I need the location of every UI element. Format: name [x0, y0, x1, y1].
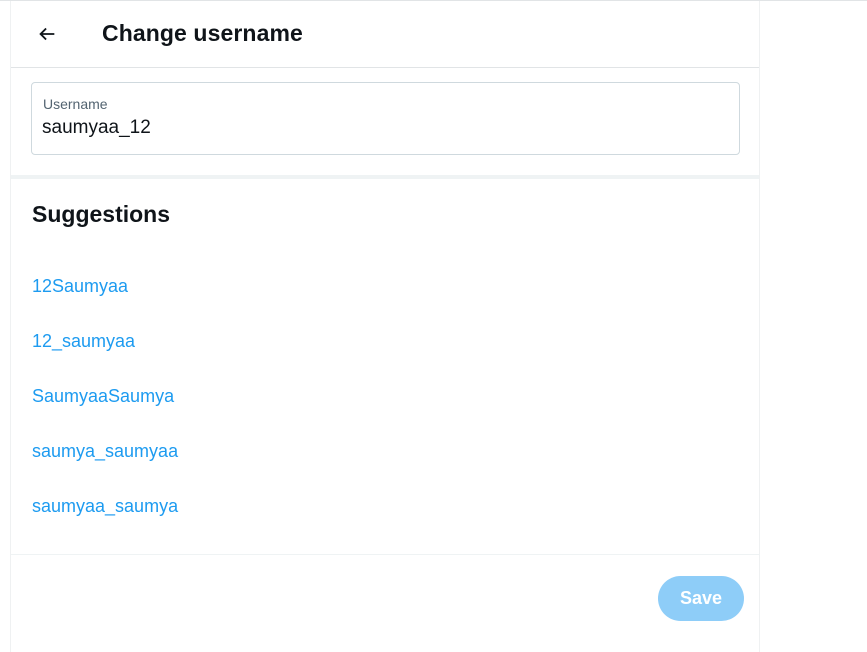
- username-label: Username: [43, 96, 108, 112]
- suggestion-item[interactable]: 12_saumyaa: [32, 330, 178, 385]
- suggestion-item[interactable]: saumyaa_saumya: [32, 495, 178, 550]
- back-button[interactable]: [29, 16, 65, 52]
- suggestion-item[interactable]: saumya_saumyaa: [32, 440, 178, 495]
- page-title: Change username: [102, 20, 303, 46]
- username-section: Username: [11, 67, 759, 179]
- save-button[interactable]: Save: [658, 576, 744, 621]
- username-field[interactable]: Username: [31, 82, 740, 155]
- page: Change username Username Suggestions 12S…: [0, 0, 867, 652]
- username-input[interactable]: [42, 117, 722, 139]
- arrow-left-icon: [39, 27, 55, 41]
- suggestion-item[interactable]: SaumyaaSaumya: [32, 385, 178, 440]
- suggestions-section: Suggestions 12Saumyaa 12_saumyaa Saumyaa…: [11, 179, 759, 555]
- suggestions-list: 12Saumyaa 12_saumyaa SaumyaaSaumya saumy…: [32, 275, 178, 550]
- footer: Save: [11, 555, 759, 652]
- change-username-panel: Change username Username Suggestions 12S…: [10, 1, 760, 652]
- suggestion-item[interactable]: 12Saumyaa: [32, 275, 178, 330]
- header: Change username: [11, 1, 759, 68]
- suggestions-heading: Suggestions: [32, 201, 171, 227]
